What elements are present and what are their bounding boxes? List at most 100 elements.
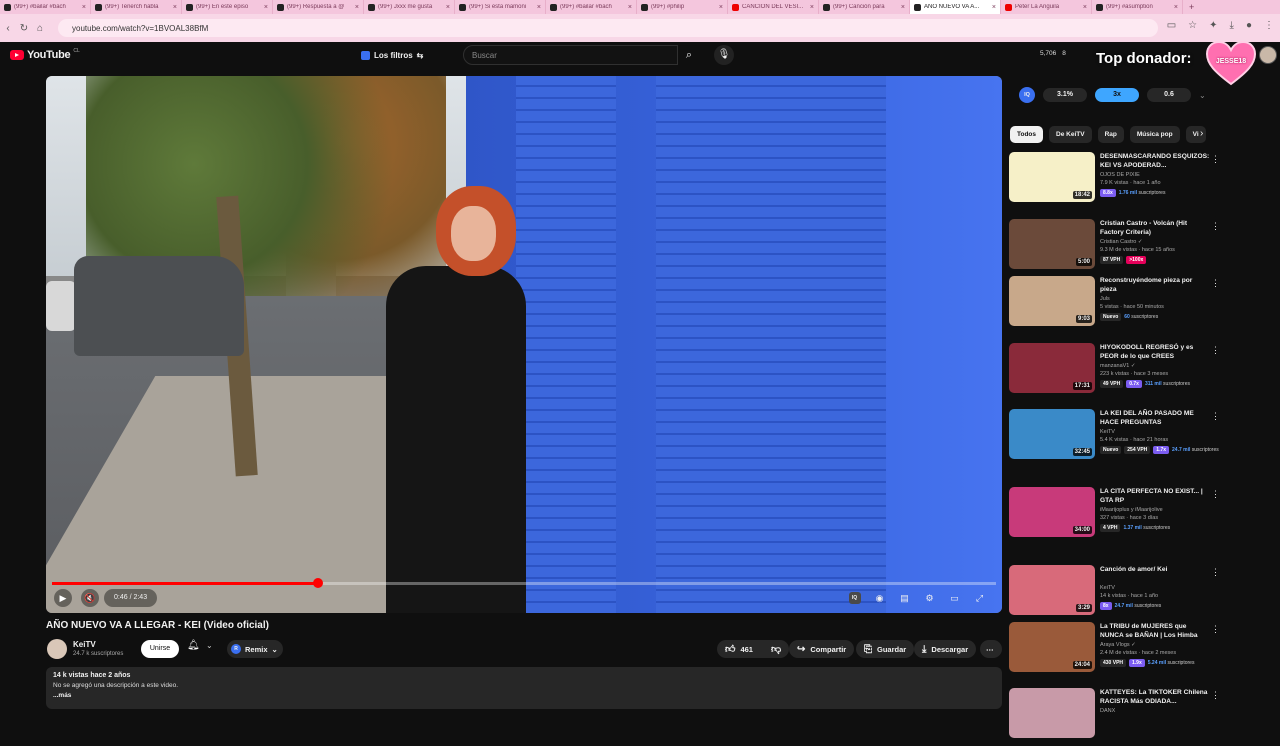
more-options-icon[interactable]: ⋮ — [1211, 690, 1220, 701]
recommendation-item[interactable]: 17:31 HIYOKODOLL REGRESÓ y es PEOR de lo … — [1009, 343, 1220, 401]
browser-tab[interactable]: (99+) #bailar #bach × — [546, 0, 637, 14]
channel-avatar[interactable] — [47, 639, 67, 659]
video-thumbnail[interactable]: 17:31 — [1009, 343, 1095, 393]
recommendation-title[interactable]: Reconstruyéndome pieza por pieza — [1100, 276, 1210, 294]
close-icon[interactable]: × — [719, 4, 723, 11]
browser-tab[interactable]: (99+) Tenerch habla × — [91, 0, 182, 14]
recommendation-item[interactable]: 9:03 Reconstruyéndome pieza por pieza Juls… — [1009, 276, 1220, 334]
recommendation-channel[interactable]: Juls — [1100, 296, 1210, 303]
thumbs-down-icon[interactable]: 👎︎ — [771, 643, 781, 655]
close-icon[interactable]: × — [82, 4, 86, 11]
browser-tab[interactable]: (99+) #asumption × — [1092, 0, 1183, 14]
bell-icon[interactable]: 🔔︎ — [187, 640, 200, 651]
video-thumbnail[interactable] — [1009, 688, 1095, 738]
speed-option[interactable]: 3.1% — [1043, 88, 1087, 102]
browser-tab[interactable]: AÑO NUEVO VA A... × — [910, 0, 1001, 14]
video-thumbnail[interactable]: 32:45 — [1009, 409, 1095, 459]
browser-tab[interactable]: (99+) #philip × — [637, 0, 728, 14]
theater-mode-icon[interactable]: ▭ — [946, 589, 963, 607]
close-icon[interactable]: × — [810, 4, 814, 11]
chevron-down-icon[interactable]: ⌄ — [206, 641, 213, 650]
microphone-icon[interactable]: 🎙 — [714, 45, 734, 65]
close-icon[interactable]: × — [628, 4, 632, 11]
recommendation-title[interactable]: Cristian Castro - Volcán (Hit Factory Cr… — [1100, 219, 1210, 237]
recommendation-item[interactable]: 24:04 La TRIBU de MUJERES que NUNCA se BA… — [1009, 622, 1220, 680]
fullscreen-icon[interactable]: ⤢ — [971, 589, 988, 607]
filter-chip[interactable]: Música pop — [1129, 126, 1180, 143]
more-options-icon[interactable]: ⋮ — [1211, 411, 1220, 422]
browser-tab[interactable]: CANCIÓN DEL VESI... × — [728, 0, 819, 14]
subtitles-icon[interactable]: ▤ — [896, 589, 913, 607]
recommendation-title[interactable]: Canción de amor/ Kei — [1100, 565, 1210, 574]
video-thumbnail[interactable]: 34:00 — [1009, 487, 1095, 537]
recommendation-title[interactable]: DESENMASCARANDO ESQUIZOS: KEI VS APODERA… — [1100, 152, 1210, 170]
recommendation-title[interactable]: HIYOKODOLL REGRESÓ y es PEOR de lo que C… — [1100, 343, 1210, 361]
profile-icon[interactable]: ● — [1246, 20, 1252, 31]
chevron-right-icon[interactable]: › — [1200, 128, 1203, 139]
browser-tab[interactable]: (99+) Respuesta a @ × — [273, 0, 364, 14]
more-actions-icon[interactable]: ⋯ — [980, 640, 1002, 658]
recommendation-item[interactable]: 32:45 LA KEI DEL AÑO PASADO ME HACE PREGU… — [1009, 409, 1220, 467]
video-thumbnail[interactable]: 24:04 — [1009, 622, 1095, 672]
recommendation-channel[interactable]: iMaarijoplus y iMaarijolive — [1100, 507, 1210, 514]
iq-extension-icon[interactable]: IQ — [1019, 87, 1035, 103]
recommendation-item[interactable]: KATTEYES: La TIKTOKER Chilena RACISTA Má… — [1009, 688, 1220, 746]
chevron-down-icon[interactable]: ⌄ — [1199, 91, 1206, 100]
recommendation-item[interactable]: 5:00 Cristian Castro - Volcán (Hit Factor… — [1009, 219, 1220, 277]
filter-chip[interactable]: De KeiTV — [1049, 126, 1092, 143]
mute-icon[interactable]: 🔇 — [81, 589, 99, 607]
close-icon[interactable]: × — [264, 4, 268, 11]
more-options-icon[interactable]: ⋮ — [1211, 278, 1220, 289]
close-icon[interactable]: × — [901, 4, 905, 11]
url-input[interactable]: youtube.com/watch?v=1BVOAL38BfM — [58, 19, 1158, 37]
browser-tab[interactable]: (99+) #bailar #bach × — [0, 0, 91, 14]
recommendation-channel[interactable]: manzanaV1 ✓ — [1100, 363, 1210, 370]
autoplay-toggle-icon[interactable]: ◉ — [871, 589, 888, 607]
close-icon[interactable]: × — [537, 4, 541, 11]
close-icon[interactable]: × — [355, 4, 359, 11]
more-options-icon[interactable]: ⋮ — [1211, 154, 1220, 165]
youtube-logo[interactable]: YouTube CL — [10, 48, 80, 61]
home-icon[interactable]: ⌂ — [32, 23, 48, 34]
share-button[interactable]: ↪ Compartir — [789, 640, 855, 658]
close-icon[interactable]: × — [173, 4, 177, 11]
recommendation-title[interactable]: LA CITA PERFECTA NO EXIST... | GTA RP — [1100, 487, 1210, 505]
download-button[interactable]: ⤓ Descargar — [914, 640, 977, 658]
close-icon[interactable]: × — [446, 4, 450, 11]
new-tab-icon[interactable]: + — [1183, 2, 1200, 12]
show-more-link[interactable]: ...más — [53, 692, 995, 699]
join-button[interactable]: Unirse — [141, 640, 179, 658]
remix-button[interactable]: R Remix ⌄ — [227, 640, 283, 658]
recommendation-channel[interactable]: KeiTV — [1100, 429, 1210, 436]
like-button[interactable]: 👍︎ 461 👎︎ — [717, 640, 790, 658]
close-icon[interactable]: × — [992, 4, 996, 11]
recommendation-channel[interactable]: KeiTV — [1100, 585, 1210, 592]
recommendation-item[interactable]: 3:29 Canción de amor/ Kei KeiTV 14 k vistas… — [1009, 565, 1220, 623]
search-input[interactable]: Buscar — [463, 45, 678, 65]
recommendation-item[interactable]: 18:42 DESENMASCARANDO ESQUIZOS: KEI VS AP… — [1009, 152, 1220, 210]
video-thumbnail[interactable]: 18:42 — [1009, 152, 1095, 202]
recommendation-channel[interactable]: Cristian Castro ✓ — [1100, 239, 1210, 246]
play-icon[interactable]: ▶ — [54, 589, 72, 607]
browser-tab[interactable]: (99+) Si esta mamoni × — [455, 0, 546, 14]
video-thumbnail[interactable]: 3:29 — [1009, 565, 1095, 615]
close-icon[interactable]: × — [1083, 4, 1087, 11]
more-options-icon[interactable]: ⋮ — [1211, 624, 1220, 635]
video-thumbnail[interactable]: 5:00 — [1009, 219, 1095, 269]
back-icon[interactable]: ‹ — [0, 23, 16, 34]
search-icon[interactable]: ⌕ — [678, 45, 700, 65]
recommendation-channel[interactable]: OJOS DE PIXIE — [1100, 172, 1210, 179]
filter-chip[interactable]: Todos — [1010, 126, 1044, 143]
speed-option[interactable]: 0.6 — [1147, 88, 1191, 102]
recommendation-title[interactable]: KATTEYES: La TIKTOKER Chilena RACISTA Má… — [1100, 688, 1210, 706]
download-icon[interactable]: ⤓ — [1230, 20, 1234, 31]
video-thumbnail[interactable]: 9:03 — [1009, 276, 1095, 326]
channel-name[interactable]: KeiTV — [73, 640, 96, 649]
reload-icon[interactable]: ↻ — [16, 23, 32, 34]
filter-chip[interactable]: Rap — [1097, 126, 1124, 143]
browser-tab[interactable]: (99+) En este episo × — [182, 0, 273, 14]
save-button[interactable]: ⎘ Guardar — [856, 640, 915, 658]
recommendation-title[interactable]: LA KEI DEL AÑO PASADO ME HACE PREGUNTAS — [1100, 409, 1210, 427]
settings-gear-icon[interactable]: ⚙ — [921, 589, 938, 607]
filters-button[interactable]: Los filtros ⇆ — [361, 48, 423, 62]
